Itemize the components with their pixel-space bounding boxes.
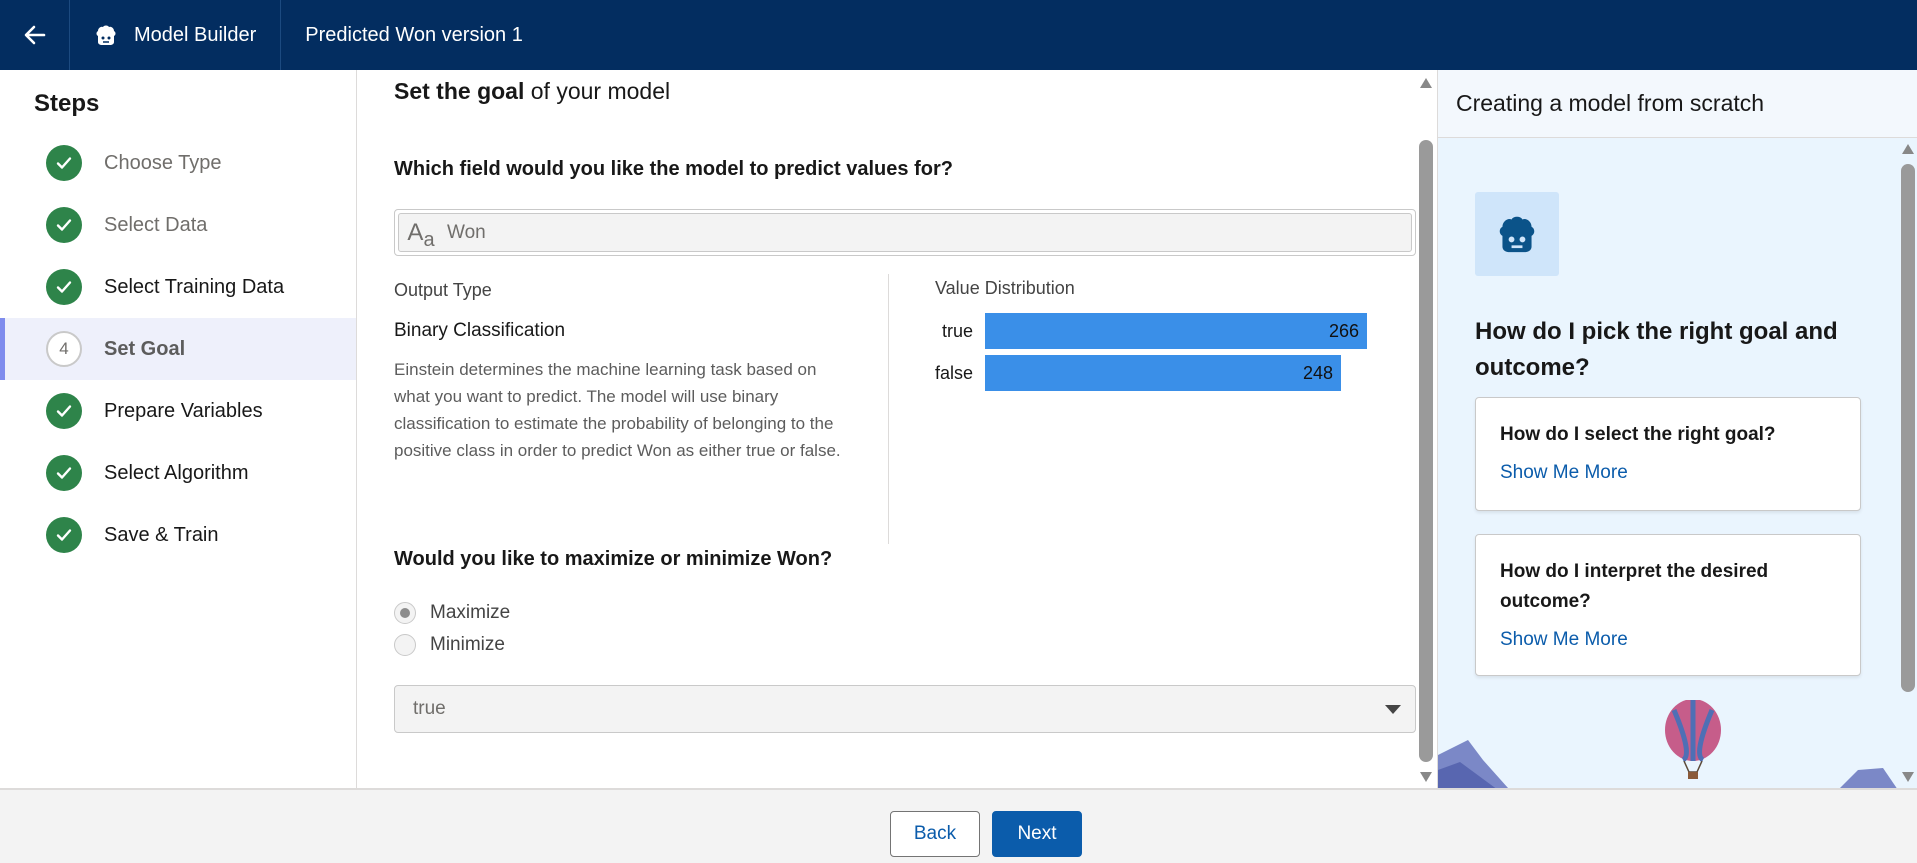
step-select-training-data[interactable]: Select Training Data bbox=[0, 256, 356, 318]
predict-field[interactable]: Aa Won bbox=[398, 213, 1412, 252]
scroll-up-icon[interactable] bbox=[1902, 144, 1914, 154]
optimize-question: Would you like to maximize or minimize W… bbox=[394, 548, 833, 570]
app-name-label: Model Builder bbox=[134, 23, 257, 46]
radio-label: Minimize bbox=[430, 634, 505, 655]
help-card-goal: How do I select the right goal? Show Me … bbox=[1475, 397, 1861, 511]
step-label: Select Training Data bbox=[104, 275, 285, 298]
einstein-icon bbox=[1475, 192, 1559, 276]
step-label: Select Data bbox=[104, 213, 208, 236]
back-arrow-button[interactable] bbox=[0, 0, 70, 70]
chevron-down-icon bbox=[1385, 704, 1401, 714]
show-me-more-link[interactable]: Show Me More bbox=[1500, 629, 1836, 651]
footer-bar: Back Next bbox=[0, 788, 1917, 863]
scroll-thumb[interactable] bbox=[1901, 164, 1915, 692]
text-field-icon: Aa bbox=[407, 218, 435, 251]
outcome-select-value: true bbox=[413, 698, 446, 719]
next-button[interactable]: Next bbox=[992, 811, 1082, 857]
check-icon bbox=[46, 207, 82, 243]
app-header: Model Builder Predicted Won version 1 bbox=[0, 0, 1917, 70]
output-type-value: Binary Classification bbox=[394, 320, 566, 341]
page-title: Set the goal of your model bbox=[394, 78, 670, 105]
step-prepare-variables[interactable]: Prepare Variables bbox=[0, 380, 356, 442]
scroll-down-icon[interactable] bbox=[1902, 772, 1914, 782]
output-type-label: Output Type bbox=[394, 280, 492, 300]
predict-field-value: Won bbox=[447, 221, 486, 243]
distribution-bar: 248 bbox=[985, 355, 1341, 391]
step-label: Select Algorithm bbox=[104, 461, 249, 484]
step-label: Prepare Variables bbox=[104, 399, 263, 422]
step-save-train[interactable]: Save & Train bbox=[0, 504, 356, 566]
help-header: Creating a model from scratch bbox=[1438, 70, 1917, 138]
check-icon bbox=[46, 145, 82, 181]
mountains-balloon-illustration bbox=[1438, 700, 1897, 788]
radio-selected[interactable] bbox=[394, 602, 416, 624]
predict-question: Which field would you like the model to … bbox=[394, 158, 953, 180]
help-question: How do I pick the right goal and outcome… bbox=[1475, 318, 1838, 381]
distribution-category-label: false bbox=[935, 362, 974, 383]
output-description: Einstein determines the machine learning… bbox=[394, 360, 841, 460]
check-icon bbox=[46, 455, 82, 491]
help-card-outcome: How do I interpret the desired outcome? … bbox=[1475, 534, 1861, 676]
step-label: Save & Train bbox=[104, 523, 219, 546]
divider bbox=[888, 274, 889, 544]
title-rest: of your model bbox=[524, 78, 671, 104]
step-choose-type[interactable]: Choose Type bbox=[0, 132, 356, 194]
step-number: 4 bbox=[46, 331, 82, 367]
help-card-title: How do I select the right goal? bbox=[1500, 424, 1776, 445]
help-panel: Creating a model from scratch How do I p… bbox=[1437, 70, 1917, 788]
step-select-algorithm[interactable]: Select Algorithm bbox=[0, 442, 356, 504]
scroll-up-icon[interactable] bbox=[1420, 78, 1432, 88]
steps-title: Steps bbox=[34, 90, 100, 117]
step-set-goal[interactable]: 4 Set Goal bbox=[0, 318, 356, 380]
show-me-more-link[interactable]: Show Me More bbox=[1500, 462, 1836, 484]
distribution-row: true 266 bbox=[935, 313, 1367, 349]
main-scrollbar[interactable] bbox=[1416, 70, 1436, 788]
einstein-icon bbox=[94, 24, 118, 46]
title-bold: Set the goal bbox=[394, 78, 525, 104]
main-content: Set the goal of your model Which field w… bbox=[358, 70, 1416, 788]
distribution-label: Value Distribution bbox=[935, 278, 1075, 298]
back-button[interactable]: Back bbox=[890, 811, 980, 857]
steps-sidebar: Steps Choose Type Select Data Select Tra… bbox=[0, 70, 357, 788]
outcome-select[interactable]: true bbox=[394, 685, 1416, 733]
step-label: Choose Type bbox=[104, 151, 222, 174]
distribution-bar: 266 bbox=[985, 313, 1367, 349]
scroll-thumb[interactable] bbox=[1419, 140, 1433, 762]
scroll-down-icon[interactable] bbox=[1420, 772, 1432, 782]
help-card-title: How do I interpret the desired outcome? bbox=[1500, 561, 1769, 612]
help-scrollbar[interactable] bbox=[1898, 138, 1917, 788]
check-icon bbox=[46, 517, 82, 553]
step-select-data[interactable]: Select Data bbox=[0, 194, 356, 256]
radio-label: Maximize bbox=[430, 602, 511, 623]
check-icon bbox=[46, 393, 82, 429]
predict-field-box[interactable]: Aa Won bbox=[394, 209, 1416, 256]
minimize-radio[interactable]: Minimize bbox=[394, 634, 505, 656]
check-icon bbox=[46, 269, 82, 305]
radio-unselected[interactable] bbox=[394, 634, 416, 656]
model-title: Predicted Won version 1 bbox=[305, 23, 523, 46]
app-name: Model Builder bbox=[70, 0, 282, 70]
distribution-category-label: true bbox=[941, 320, 973, 341]
maximize-radio[interactable]: Maximize bbox=[394, 602, 510, 624]
step-label: Set Goal bbox=[104, 337, 186, 360]
arrow-left-icon bbox=[24, 25, 45, 45]
distribution-row: false 248 bbox=[935, 355, 1341, 391]
